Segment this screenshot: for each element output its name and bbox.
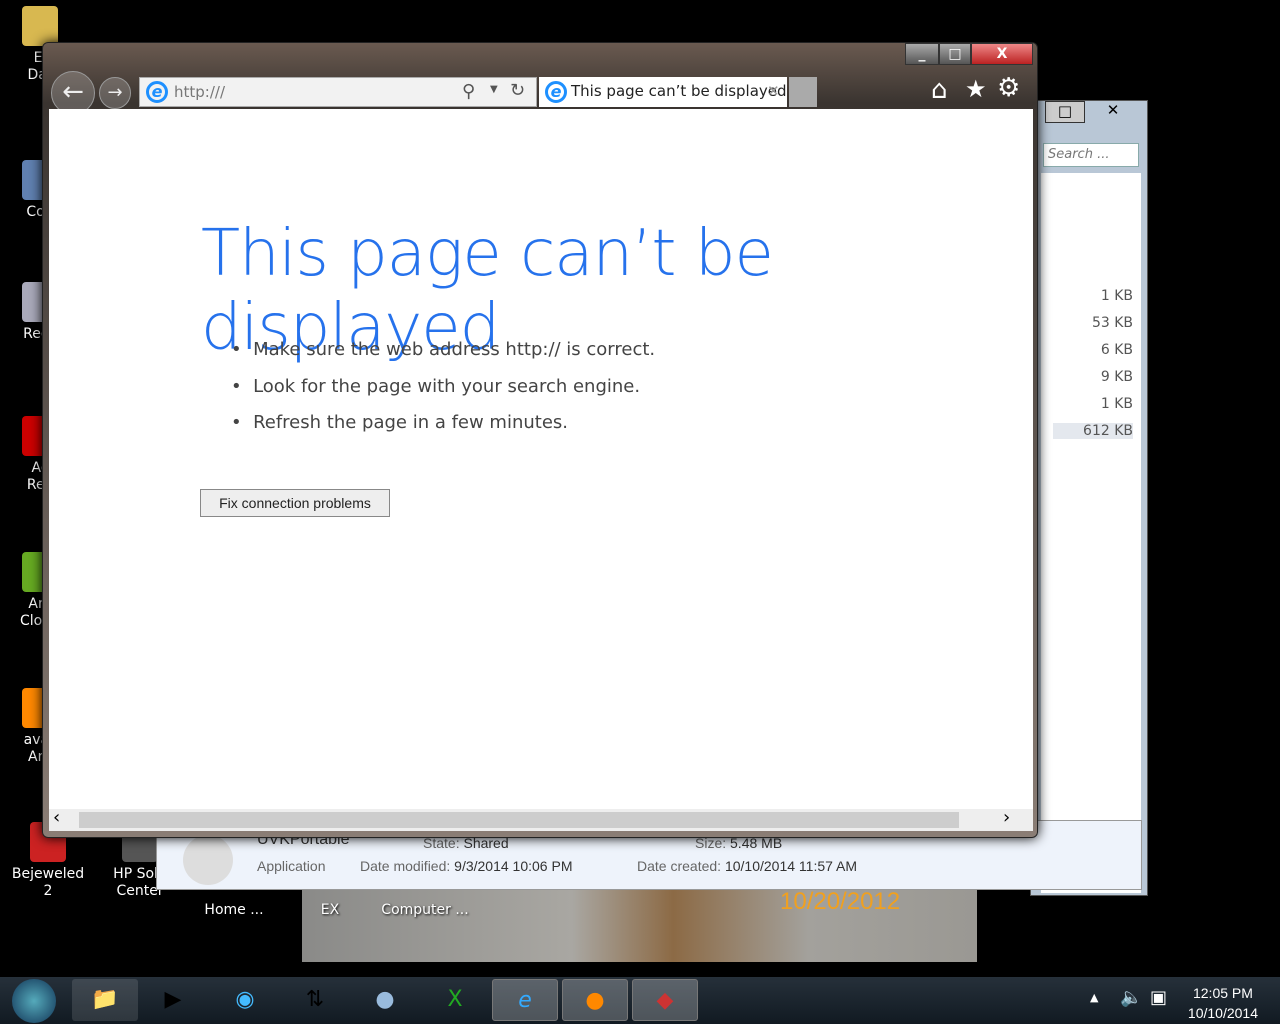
refresh-icon[interactable]: ↻ <box>510 80 525 101</box>
new-tab-button[interactable] <box>789 77 817 107</box>
desktop-icon-label: Bejeweled 2 <box>11 866 85 899</box>
uvk-app-icon <box>183 835 233 885</box>
ie-page-icon: e <box>146 81 168 103</box>
services-taskbar-icon[interactable]: ◆ <box>632 979 698 1021</box>
file-size-selected[interactable]: 612 KB <box>1053 423 1133 439</box>
close-button[interactable]: ✕ <box>1093 101 1133 123</box>
scroll-thumb[interactable] <box>79 812 959 828</box>
photo-date-stamp: 10/20/2012 <box>780 888 901 915</box>
network-icon[interactable]: ▣ <box>1150 987 1167 1008</box>
file-list[interactable]: 1 KB 53 KB 6 KB 9 KB 1 KB 612 KB <box>1041 173 1141 893</box>
address-bar[interactable]: e http:/// ⚲ ▼ ↻ <box>139 77 537 107</box>
suggestion-text: Look for the page with your search engin… <box>253 376 641 397</box>
minimize-button[interactable]: _ <box>905 43 939 65</box>
suggestion-item: • Make sure the web address http:// is c… <box>231 339 656 360</box>
scroll-left-icon[interactable]: ‹ <box>53 807 60 828</box>
clock-date: 10/10/2014 <box>1187 1005 1258 1021</box>
hp-taskbar-icon[interactable]: ● <box>352 979 418 1021</box>
file-type: Application <box>257 858 326 874</box>
horizontal-scrollbar[interactable]: ‹ › <box>49 807 1033 831</box>
created-label: Date created: <box>637 858 722 874</box>
ie-window[interactable]: _ □ X ← → e http:/// ⚲ ▼ ↻ e This page c… <box>42 42 1038 838</box>
app-taskbar-icon[interactable]: ◉ <box>212 979 278 1021</box>
clock[interactable]: 12:05 PM 10/10/2014 <box>1188 983 1258 1023</box>
maximize-button[interactable]: □ <box>939 43 971 65</box>
close-tab-icon[interactable]: ✕ <box>767 82 780 100</box>
desktop-icon[interactable]: Home ... <box>194 902 274 919</box>
media-player-icon[interactable]: ▶ <box>140 979 206 1021</box>
dropdown-icon[interactable]: ▼ <box>490 84 498 95</box>
file-size: 53 KB <box>1091 315 1133 331</box>
suggestion-text: Refresh the page in a few minutes. <box>253 412 569 433</box>
excel-taskbar-icon[interactable]: X <box>422 979 488 1021</box>
maximize-button[interactable]: □ <box>1045 101 1085 123</box>
ie-tab-icon: e <box>545 81 567 103</box>
modified-value: 9/3/2014 10:06 PM <box>454 858 573 874</box>
address-text: http:/// <box>174 83 226 101</box>
desktop-icon-label: EX <box>320 902 340 918</box>
suggestion-item: • Refresh the page in a few minutes. <box>231 412 569 433</box>
created-value: 10/10/2014 11:57 AM <box>724 858 858 874</box>
fix-connection-button[interactable]: Fix connection problems <box>200 489 390 517</box>
suggestion-text: Make sure the web address http:// is cor… <box>253 339 656 360</box>
close-button[interactable]: X <box>971 43 1033 65</box>
sync-taskbar-icon[interactable]: ⇅ <box>282 979 348 1021</box>
suggestion-item: • Look for the page with your search eng… <box>231 376 641 397</box>
page-content: This page can’t be displayed • Make sure… <box>49 109 1033 809</box>
scroll-right-icon[interactable]: › <box>1003 807 1010 828</box>
favorites-star-icon[interactable]: ★ <box>965 75 987 103</box>
search-input[interactable]: Search ... <box>1043 143 1139 167</box>
show-hidden-icons[interactable]: ▲ <box>1090 991 1098 1004</box>
file-size: 1 KB <box>1100 288 1133 304</box>
explorer-taskbar-icon[interactable]: 📁 <box>72 979 138 1021</box>
modified-label: Date modified: <box>360 858 451 874</box>
tab-title: This page can’t be displayed <box>571 82 787 100</box>
taskbar: 📁 ▶ ◉ ⇅ ● X e ● ◆ ▲ 🔈 ▣ 12:05 PM 10/10/20… <box>0 977 1280 1024</box>
search-icon[interactable]: ⚲ <box>462 81 475 102</box>
desktop-icon[interactable]: Computer ... <box>380 902 470 919</box>
desktop-icon-label: Home ... <box>204 902 264 918</box>
firefox-taskbar-icon[interactable]: ● <box>562 979 628 1021</box>
file-size: 1 KB <box>1100 396 1133 412</box>
forward-button[interactable]: → <box>99 77 131 109</box>
explorer-window[interactable]: □ ✕ Search ... ? 1 KB 53 KB 6 KB 9 KB 1 … <box>1030 100 1148 896</box>
home-icon[interactable]: ⌂ <box>931 75 948 105</box>
start-button[interactable] <box>12 979 56 1023</box>
tab-active[interactable]: e This page can’t be displayed ✕ <box>539 77 787 107</box>
gear-icon[interactable]: ⚙ <box>997 73 1020 103</box>
desktop-icon-label: Computer ... <box>381 902 469 918</box>
desktop-icon[interactable]: EX <box>290 902 370 919</box>
file-size: 6 KB <box>1100 342 1133 358</box>
clock-time: 12:05 PM <box>1192 985 1253 1001</box>
ie-taskbar-icon[interactable]: e <box>492 979 558 1021</box>
file-size: 9 KB <box>1100 369 1133 385</box>
volume-icon[interactable]: 🔈 <box>1120 987 1142 1008</box>
